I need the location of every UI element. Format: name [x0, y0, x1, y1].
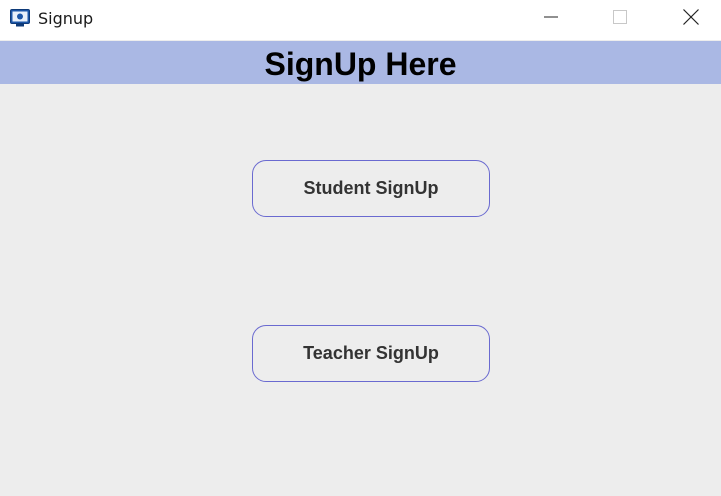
signup-window: Signup SignUp Here Student SignUp Teache…	[0, 0, 721, 496]
app-icon	[10, 9, 30, 27]
page-title: SignUp Here	[264, 46, 457, 82]
maximize-icon	[612, 9, 628, 30]
close-button[interactable]	[668, 0, 714, 38]
maximize-button[interactable]	[597, 0, 643, 38]
close-icon	[682, 8, 700, 31]
window-title: Signup	[38, 9, 94, 28]
header-banner: SignUp Here	[0, 41, 721, 84]
minimize-button[interactable]	[528, 0, 574, 38]
minimize-icon	[543, 9, 559, 30]
teacher-signup-button[interactable]: Teacher SignUp	[252, 325, 490, 382]
title-bar[interactable]: Signup	[0, 0, 721, 40]
student-signup-button[interactable]: Student SignUp	[252, 160, 490, 217]
